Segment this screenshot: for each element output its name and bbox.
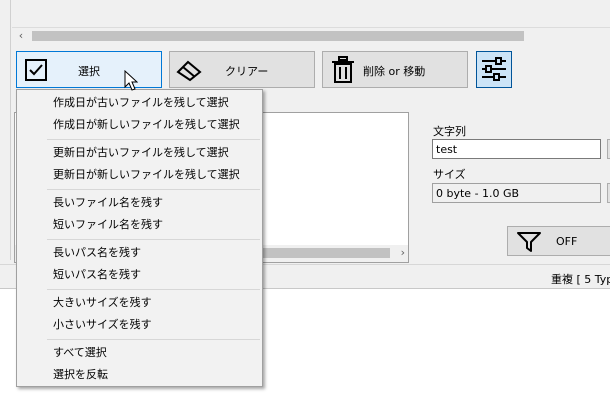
delete-or-move-button[interactable]: 削除 or 移動 bbox=[322, 51, 468, 88]
top-horizontal-scrollbar[interactable]: ‹ bbox=[12, 27, 610, 44]
menu-item-select-all[interactable]: すべて選択 bbox=[19, 342, 260, 364]
string-field[interactable]: test bbox=[432, 139, 601, 159]
menu-separator bbox=[47, 289, 260, 290]
scroll-right-arrow-icon[interactable]: › bbox=[401, 246, 405, 260]
delete-or-move-button-label: 削除 or 移動 bbox=[363, 65, 426, 78]
menu-item-keep-large-size[interactable]: 大きいサイズを残す bbox=[19, 292, 260, 314]
checkbox-icon bbox=[25, 59, 47, 81]
menu-item-keep-long-path[interactable]: 長いパス名を残す bbox=[19, 242, 260, 264]
window-divider bbox=[10, 0, 11, 260]
size-field[interactable]: 0 byte - 1.0 GB bbox=[432, 183, 601, 203]
select-button-label: 選択 bbox=[78, 65, 100, 78]
menu-separator bbox=[47, 189, 260, 190]
menu-separator bbox=[47, 339, 260, 340]
menu-item-keep-newest-modified[interactable]: 更新日が新しいファイルを残して選択 bbox=[19, 164, 260, 186]
string-label: 文字列 bbox=[433, 125, 466, 138]
trash-icon bbox=[332, 56, 354, 83]
list-scroll-thumb[interactable] bbox=[262, 248, 390, 258]
select-button[interactable]: 選択 bbox=[16, 51, 162, 88]
sliders-icon bbox=[482, 57, 506, 81]
status-text: 重複 [ 5 Typ bbox=[551, 273, 610, 286]
clear-button-label: クリアー bbox=[225, 65, 269, 78]
filter-toggle-label: OFF bbox=[556, 235, 578, 248]
filter-settings-button[interactable] bbox=[476, 51, 512, 88]
menu-item-keep-short-path[interactable]: 短いパス名を残す bbox=[19, 264, 260, 286]
menu-item-keep-oldest-created[interactable]: 作成日が古いファイルを残して選択 bbox=[19, 92, 260, 114]
menu-item-keep-newest-created[interactable]: 作成日が新しいファイルを残して選択 bbox=[19, 114, 260, 136]
scroll-thumb[interactable] bbox=[32, 31, 524, 41]
funnel-icon bbox=[517, 232, 541, 252]
menu-item-invert-selection[interactable]: 選択を反転 bbox=[19, 364, 260, 386]
menu-separator bbox=[47, 239, 260, 240]
menu-item-keep-small-size[interactable]: 小さいサイズを残す bbox=[19, 314, 260, 336]
menu-item-keep-long-filename[interactable]: 長いファイル名を残す bbox=[19, 192, 260, 214]
menu-item-keep-short-filename[interactable]: 短いファイル名を残す bbox=[19, 214, 260, 236]
scroll-left-arrow-icon[interactable]: ‹ bbox=[14, 29, 28, 43]
filter-toggle-button[interactable]: OFF bbox=[507, 226, 610, 256]
menu-item-keep-oldest-modified[interactable]: 更新日が古いファイルを残して選択 bbox=[19, 142, 260, 164]
menu-separator bbox=[47, 139, 260, 140]
select-dropdown-menu: 作成日が古いファイルを残して選択 作成日が新しいファイルを残して選択 更新日が古… bbox=[16, 89, 263, 387]
clear-button[interactable]: クリアー bbox=[169, 51, 315, 88]
size-label: サイズ bbox=[433, 168, 466, 181]
mouse-pointer-icon bbox=[124, 70, 138, 91]
eraser-icon bbox=[176, 60, 202, 82]
